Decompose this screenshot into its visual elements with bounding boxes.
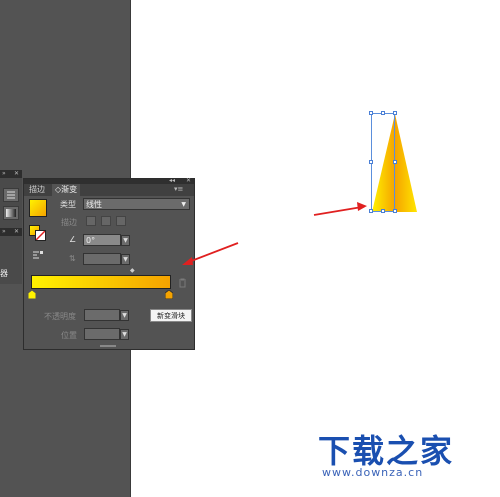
handle-middle-right[interactable] (393, 160, 397, 164)
handle-top-right[interactable] (393, 111, 397, 115)
handle-bottom-left[interactable] (369, 209, 373, 213)
handle-middle-left[interactable] (369, 160, 373, 164)
arrow-to-shape (313, 202, 367, 216)
selection-bounding-box (371, 113, 395, 212)
handle-top-left[interactable] (369, 111, 373, 115)
handle-top-center[interactable] (381, 111, 385, 115)
arrow-to-gradient-stop (182, 242, 239, 265)
watermark-url: www.downza.cn (322, 466, 424, 479)
annotation-arrows (182, 202, 367, 265)
handle-bottom-right[interactable] (393, 209, 397, 213)
handle-bottom-center[interactable] (381, 209, 385, 213)
